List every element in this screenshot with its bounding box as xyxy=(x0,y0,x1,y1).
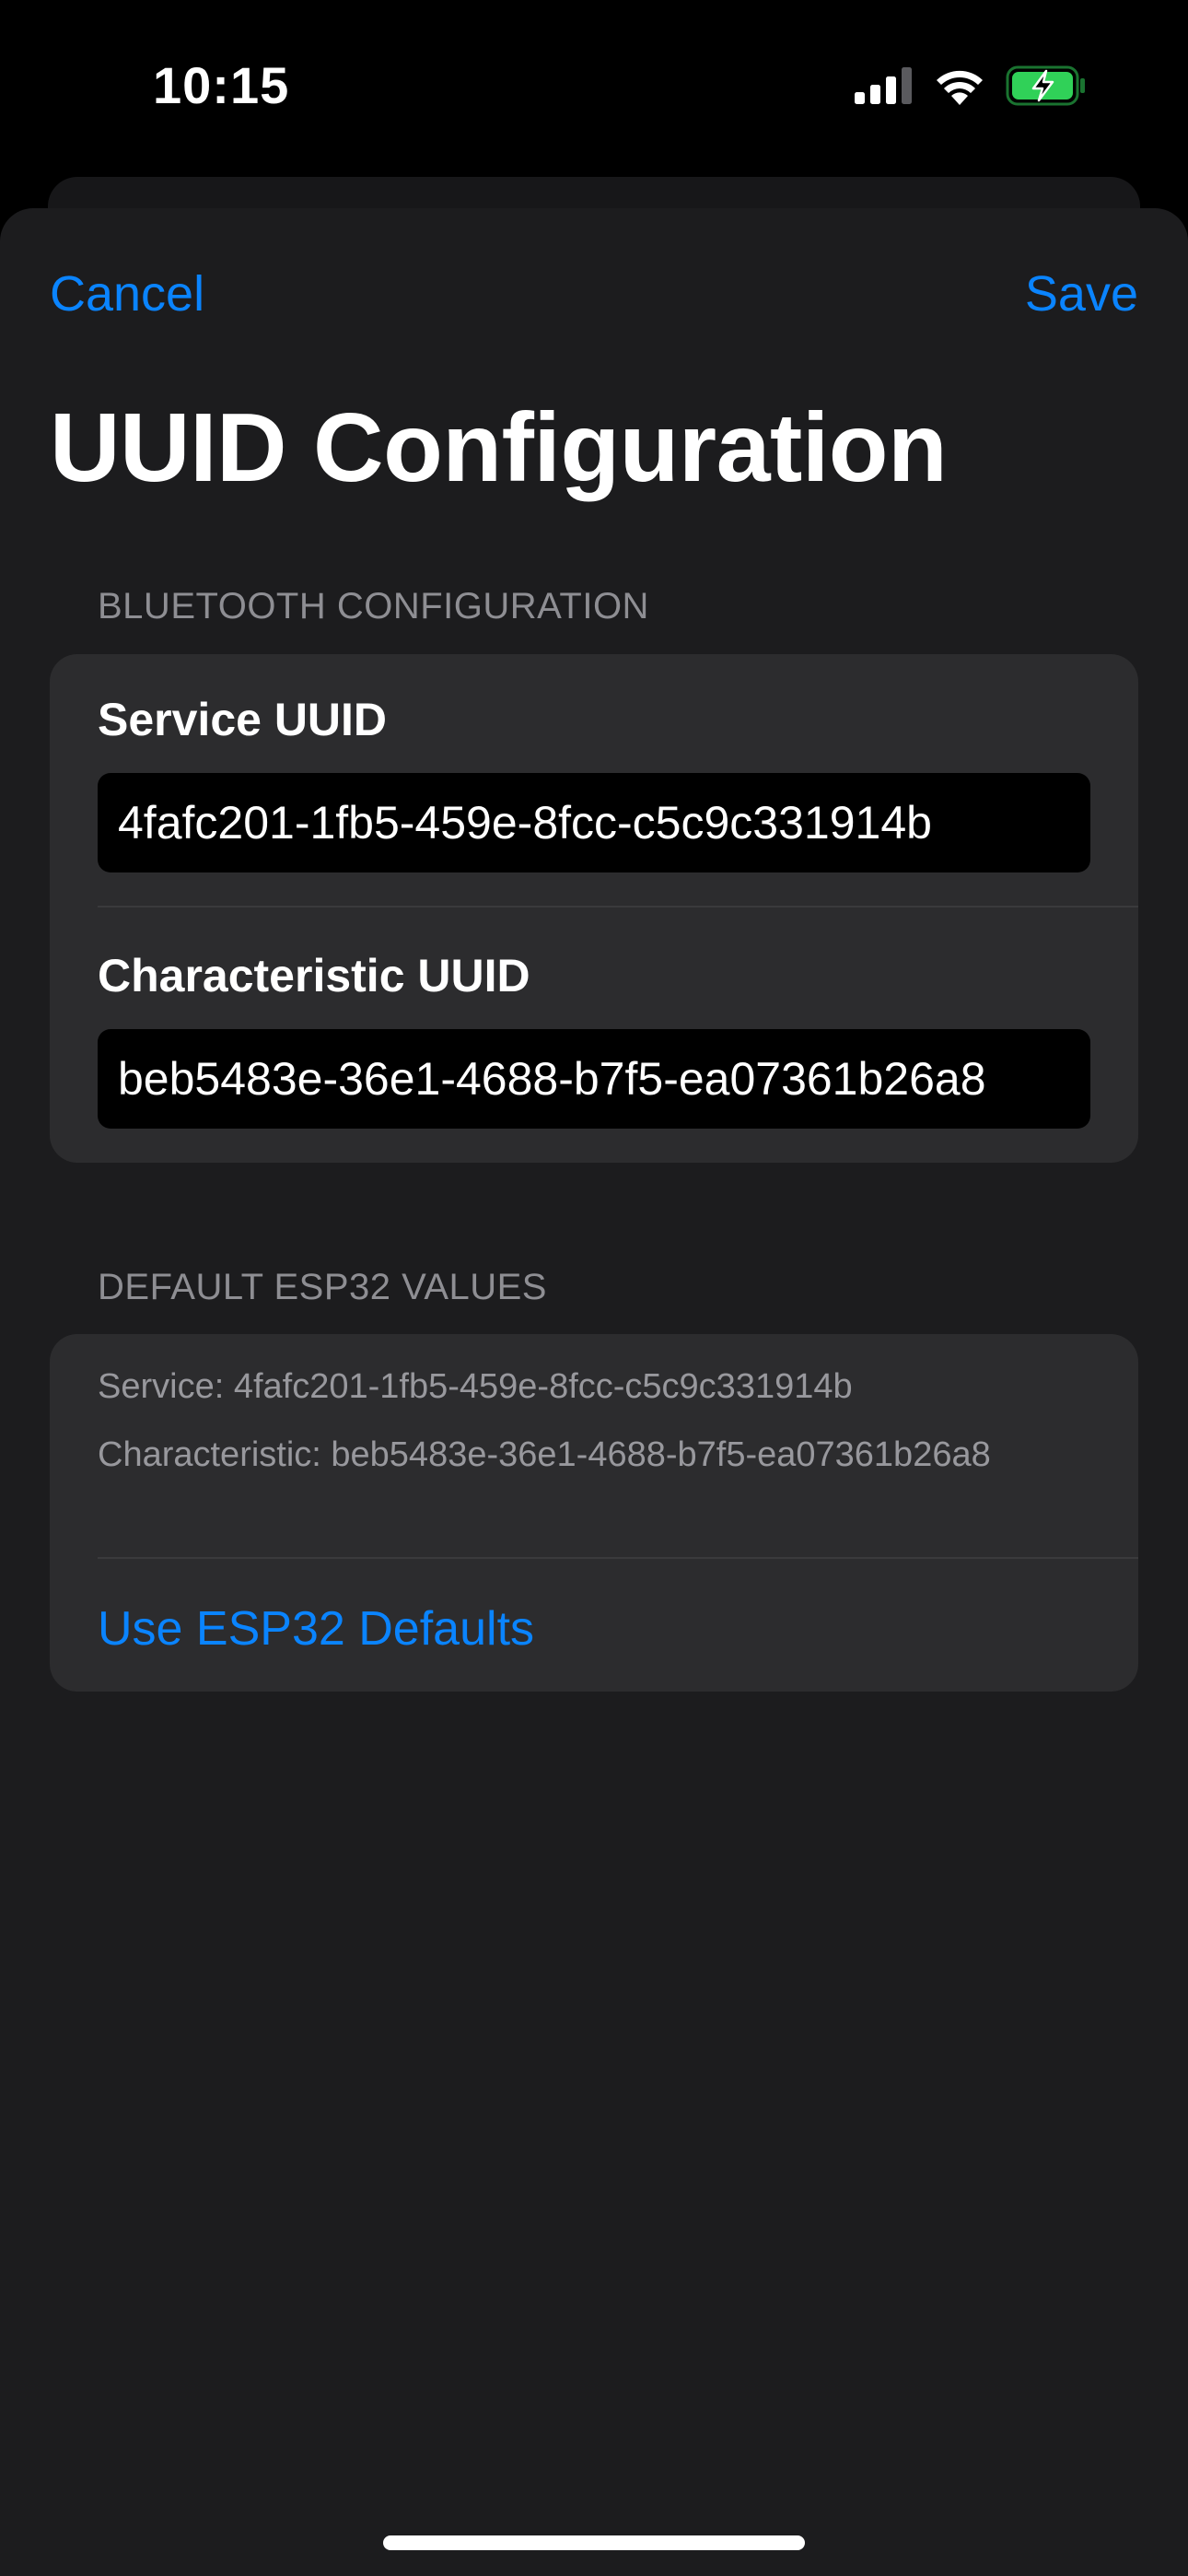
bluetooth-config-group: Service UUID 4fafc201-1fb5-459e-8fcc-c5c… xyxy=(50,654,1138,1163)
cellular-signal-icon xyxy=(855,67,914,104)
save-button[interactable]: Save xyxy=(1025,265,1138,322)
screen: 10:15 Cancel Save UUID Configuration BLU… xyxy=(0,0,1188,2576)
defaults-group: Service: 4fafc201-1fb5-459e-8fcc-c5c9c33… xyxy=(50,1334,1138,1692)
modal-sheet: Cancel Save UUID Configuration BLUETOOTH… xyxy=(0,208,1188,2576)
section-header-defaults: DEFAULT ESP32 VALUES xyxy=(98,1267,547,1307)
characteristic-uuid-label: Characteristic UUID xyxy=(98,950,530,1001)
status-bar: 10:15 xyxy=(0,0,1188,175)
cancel-button[interactable]: Cancel xyxy=(50,265,204,322)
home-indicator[interactable] xyxy=(383,2535,805,2550)
use-esp32-defaults-button[interactable]: Use ESP32 Defaults xyxy=(98,1601,534,1657)
section-header-bluetooth: BLUETOOTH CONFIGURATION xyxy=(98,586,649,626)
status-icons xyxy=(855,63,1087,109)
page-title: UUID Configuration xyxy=(50,393,948,502)
separator xyxy=(98,1557,1138,1559)
separator xyxy=(98,906,1138,907)
service-uuid-field[interactable]: 4fafc201-1fb5-459e-8fcc-c5c9c331914b xyxy=(98,773,1090,872)
status-time: 10:15 xyxy=(153,56,290,114)
battery-charging-icon xyxy=(1006,65,1087,106)
wifi-icon xyxy=(934,66,985,105)
default-characteristic-text: Characteristic: beb5483e-36e1-4688-b7f5-… xyxy=(98,1435,991,1474)
default-service-text: Service: 4fafc201-1fb5-459e-8fcc-c5c9c33… xyxy=(98,1367,853,1406)
service-uuid-label: Service UUID xyxy=(98,694,388,745)
nav-bar: Cancel Save xyxy=(0,208,1188,383)
characteristic-uuid-field[interactable]: beb5483e-36e1-4688-b7f5-ea07361b26a8 xyxy=(98,1029,1090,1129)
